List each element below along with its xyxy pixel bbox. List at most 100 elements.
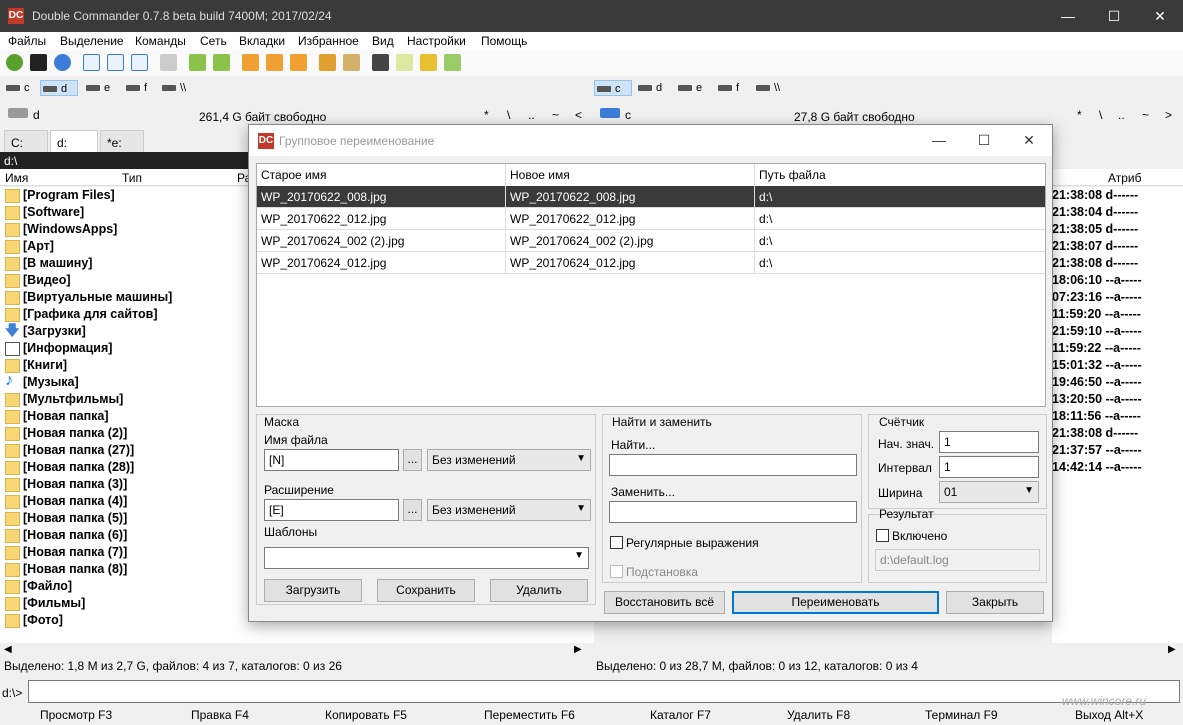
terminal-icon[interactable] [30, 54, 47, 71]
maximize-icon[interactable]: ☐ [961, 125, 1007, 156]
find-input[interactable] [609, 454, 857, 476]
command-input[interactable] [28, 680, 1180, 703]
extension-mask-input[interactable]: [E] [264, 499, 399, 521]
table-row[interactable]: 07:23:16 --a----- [1052, 289, 1142, 306]
tab-d[interactable]: d: [50, 130, 98, 152]
find-icon[interactable] [266, 54, 283, 71]
menu-commands[interactable]: Команды [135, 34, 186, 48]
table-row[interactable]: 18:11:56 --a----- [1052, 408, 1141, 425]
left-drive-d[interactable]: d [40, 80, 78, 96]
menu-settings[interactable]: Настройки [407, 34, 466, 48]
list-item[interactable]: [Новая папка (5)] [5, 510, 127, 527]
list-item[interactable]: [Арт] [5, 238, 54, 255]
copy-left-icon[interactable] [189, 54, 206, 71]
table-row[interactable]: 21:37:57 --a----- [1052, 442, 1142, 459]
options-icon[interactable] [54, 54, 71, 71]
table-row[interactable]: 14:42:14 --a----- [1052, 459, 1142, 476]
right-nav-swap[interactable]: > [1165, 108, 1172, 122]
save-template-button[interactable]: Сохранить [377, 579, 475, 602]
exit-button[interactable]: Выход Alt+X [1075, 708, 1143, 722]
list-item[interactable]: [В машину] [5, 255, 92, 272]
filename-mask-menu-button[interactable]: ... [403, 449, 422, 471]
right-hscrollbar[interactable]: ▶ [594, 644, 1183, 658]
scroll-left-icon[interactable]: ◀ [4, 644, 12, 655]
table-row[interactable]: 21:38:08 d------ [1052, 425, 1138, 442]
list-item[interactable]: [Музыка] [5, 372, 79, 391]
table-row[interactable]: 21:38:08 d------ [1052, 187, 1138, 204]
right-drive-c[interactable]: c [594, 80, 632, 96]
list-item[interactable]: [Графика для сайтов] [5, 306, 158, 323]
scroll-right-icon[interactable]: ▶ [574, 644, 582, 655]
edit-icon[interactable] [242, 54, 259, 71]
left-drive-network[interactable]: \\ [160, 80, 196, 96]
view-button[interactable]: Просмотр F3 [40, 708, 112, 722]
column-attributes[interactable]: Атриб [1108, 171, 1142, 185]
table-row[interactable]: 21:38:07 d------ [1052, 238, 1138, 255]
list-item[interactable]: [Новая папка (3)] [5, 476, 127, 493]
table-row[interactable]: 21:59:10 --a----- [1052, 323, 1142, 340]
scroll-right-icon[interactable]: ▶ [1168, 644, 1176, 655]
copy-right-icon[interactable] [213, 54, 230, 71]
column-type[interactable]: Тип [122, 171, 142, 185]
mkdir-button[interactable]: Каталог F7 [650, 708, 711, 722]
right-drive-e[interactable]: e [676, 80, 712, 96]
table-row[interactable]: WP_20170622_012.jpg WP_20170622_012.jpg … [257, 208, 1045, 230]
table-row[interactable]: 11:59:20 --a----- [1052, 306, 1141, 323]
list-item[interactable]: [Program Files] [5, 187, 115, 204]
list-item[interactable]: [Новая папка (2)] [5, 425, 127, 442]
menu-favorites[interactable]: Избранное [298, 34, 359, 48]
minimize-icon[interactable]: — [916, 125, 962, 156]
list-item[interactable]: [Файло] [5, 578, 72, 595]
table-row[interactable]: WP_20170624_012.jpg WP_20170624_012.jpg … [257, 252, 1045, 274]
left-nav-home[interactable]: ~ [552, 108, 559, 122]
table-row[interactable]: 21:38:08 d------ [1052, 255, 1138, 272]
edit-button[interactable]: Правка F4 [191, 708, 249, 722]
list-item[interactable]: [Информация] [5, 340, 112, 357]
log-enabled-checkbox[interactable] [876, 529, 889, 542]
left-drive-c[interactable]: c [4, 80, 40, 96]
list-item[interactable]: [Виртуальные машины] [5, 289, 172, 306]
table-row[interactable]: 21:38:04 d------ [1052, 204, 1138, 221]
menu-help[interactable]: Помощь [481, 34, 527, 48]
extension-case-select[interactable]: Без изменений ▼ [427, 499, 591, 521]
table-row[interactable]: 13:20:50 --a----- [1052, 391, 1142, 408]
table-row[interactable]: 15:01:32 --a----- [1052, 357, 1142, 374]
unpack-icon[interactable] [343, 54, 360, 71]
menu-view[interactable]: Вид [372, 34, 394, 48]
menu-network[interactable]: Сеть [200, 34, 227, 48]
menu-tabs[interactable]: Вкладки [239, 34, 285, 48]
multi-rename-icon[interactable] [290, 54, 307, 71]
menu-selection[interactable]: Выделение [60, 34, 124, 48]
right-nav-up[interactable]: .. [1118, 108, 1125, 122]
compare-icon[interactable] [160, 54, 177, 71]
left-nav-backslash[interactable]: \ [507, 108, 510, 122]
filename-mask-input[interactable]: [N] [264, 449, 399, 471]
brief-view-icon[interactable] [83, 54, 100, 71]
close-button[interactable]: Закрыть [946, 591, 1044, 614]
left-nav-up[interactable]: .. [528, 108, 535, 122]
list-item[interactable]: [Видео] [5, 272, 71, 289]
table-row[interactable]: WP_20170622_008.jpg WP_20170622_008.jpg … [257, 186, 1045, 208]
list-item[interactable]: [Software] [5, 204, 84, 221]
list-item[interactable]: [Загрузки] [5, 322, 86, 340]
regex-checkbox[interactable] [610, 536, 623, 549]
split-icon[interactable] [444, 54, 461, 71]
extension-mask-menu-button[interactable]: ... [403, 499, 422, 521]
tab-e[interactable]: *e: [100, 130, 144, 152]
delete-template-button[interactable]: Удалить [490, 579, 588, 602]
right-drive-network[interactable]: \\ [754, 80, 790, 96]
column-old-name[interactable]: Старое имя [257, 164, 506, 186]
terminal-button[interactable]: Терминал F9 [925, 708, 998, 722]
width-select[interactable]: 01 ▼ [939, 481, 1039, 503]
templates-combo[interactable]: ▼ [264, 547, 589, 569]
right-nav-backslash[interactable]: \ [1099, 108, 1102, 122]
right-nav-home[interactable]: ~ [1142, 108, 1149, 122]
list-item[interactable]: [Новая папка (4)] [5, 493, 127, 510]
filename-case-select[interactable]: Без изменений ▼ [427, 449, 591, 471]
table-row[interactable]: 21:38:05 d------ [1052, 221, 1138, 238]
column-file-path[interactable]: Путь файла [755, 164, 1045, 186]
column-new-name[interactable]: Новое имя [506, 164, 755, 186]
maximize-icon[interactable]: ☐ [1091, 0, 1137, 32]
list-item[interactable]: [Новая папка (28)] [5, 459, 134, 476]
replace-input[interactable] [609, 501, 857, 523]
